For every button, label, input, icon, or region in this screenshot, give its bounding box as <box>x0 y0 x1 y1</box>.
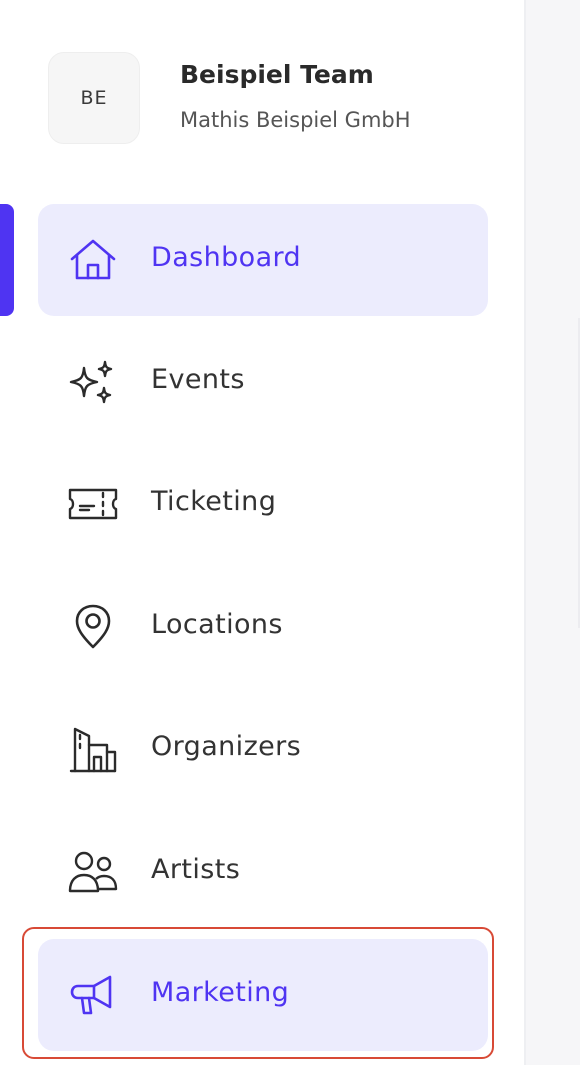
sparkles-icon <box>66 359 120 405</box>
sidebar-item-locations[interactable]: Locations <box>38 571 488 683</box>
sidebar: BE Beispiel Team Mathis Beispiel GmbH Da… <box>0 0 524 1065</box>
building-icon <box>66 726 120 773</box>
home-icon <box>66 237 120 283</box>
team-avatar: BE <box>48 52 140 144</box>
map-pin-icon <box>66 604 120 650</box>
main-content-area <box>526 0 580 1065</box>
sidebar-item-label: Marketing <box>151 977 290 1008</box>
sidebar-item-label: Organizers <box>151 731 302 762</box>
sidebar-item-dashboard[interactable]: Dashboard <box>38 204 488 316</box>
active-nav-indicator <box>0 204 14 316</box>
sidebar-item-label: Ticketing <box>151 486 277 517</box>
team-switcher[interactable]: BE Beispiel Team Mathis Beispiel GmbH <box>48 52 488 146</box>
team-company: Mathis Beispiel GmbH <box>180 108 411 132</box>
sidebar-item-label: Artists <box>151 854 241 885</box>
sidebar-item-artists[interactable]: Artists <box>38 816 488 928</box>
sidebar-item-marketing[interactable]: Marketing <box>38 939 488 1051</box>
sidebar-item-label: Dashboard <box>151 242 302 273</box>
team-name: Beispiel Team <box>180 60 374 89</box>
sidebar-item-label: Events <box>151 364 245 395</box>
sidebar-item-ticketing[interactable]: Ticketing <box>38 448 488 560</box>
sidebar-item-organizers[interactable]: Organizers <box>38 693 488 805</box>
users-icon <box>66 849 120 895</box>
megaphone-icon <box>66 972 120 1018</box>
ticket-icon <box>66 481 120 527</box>
sidebar-item-label: Locations <box>151 609 283 640</box>
sidebar-item-events[interactable]: Events <box>38 326 488 438</box>
